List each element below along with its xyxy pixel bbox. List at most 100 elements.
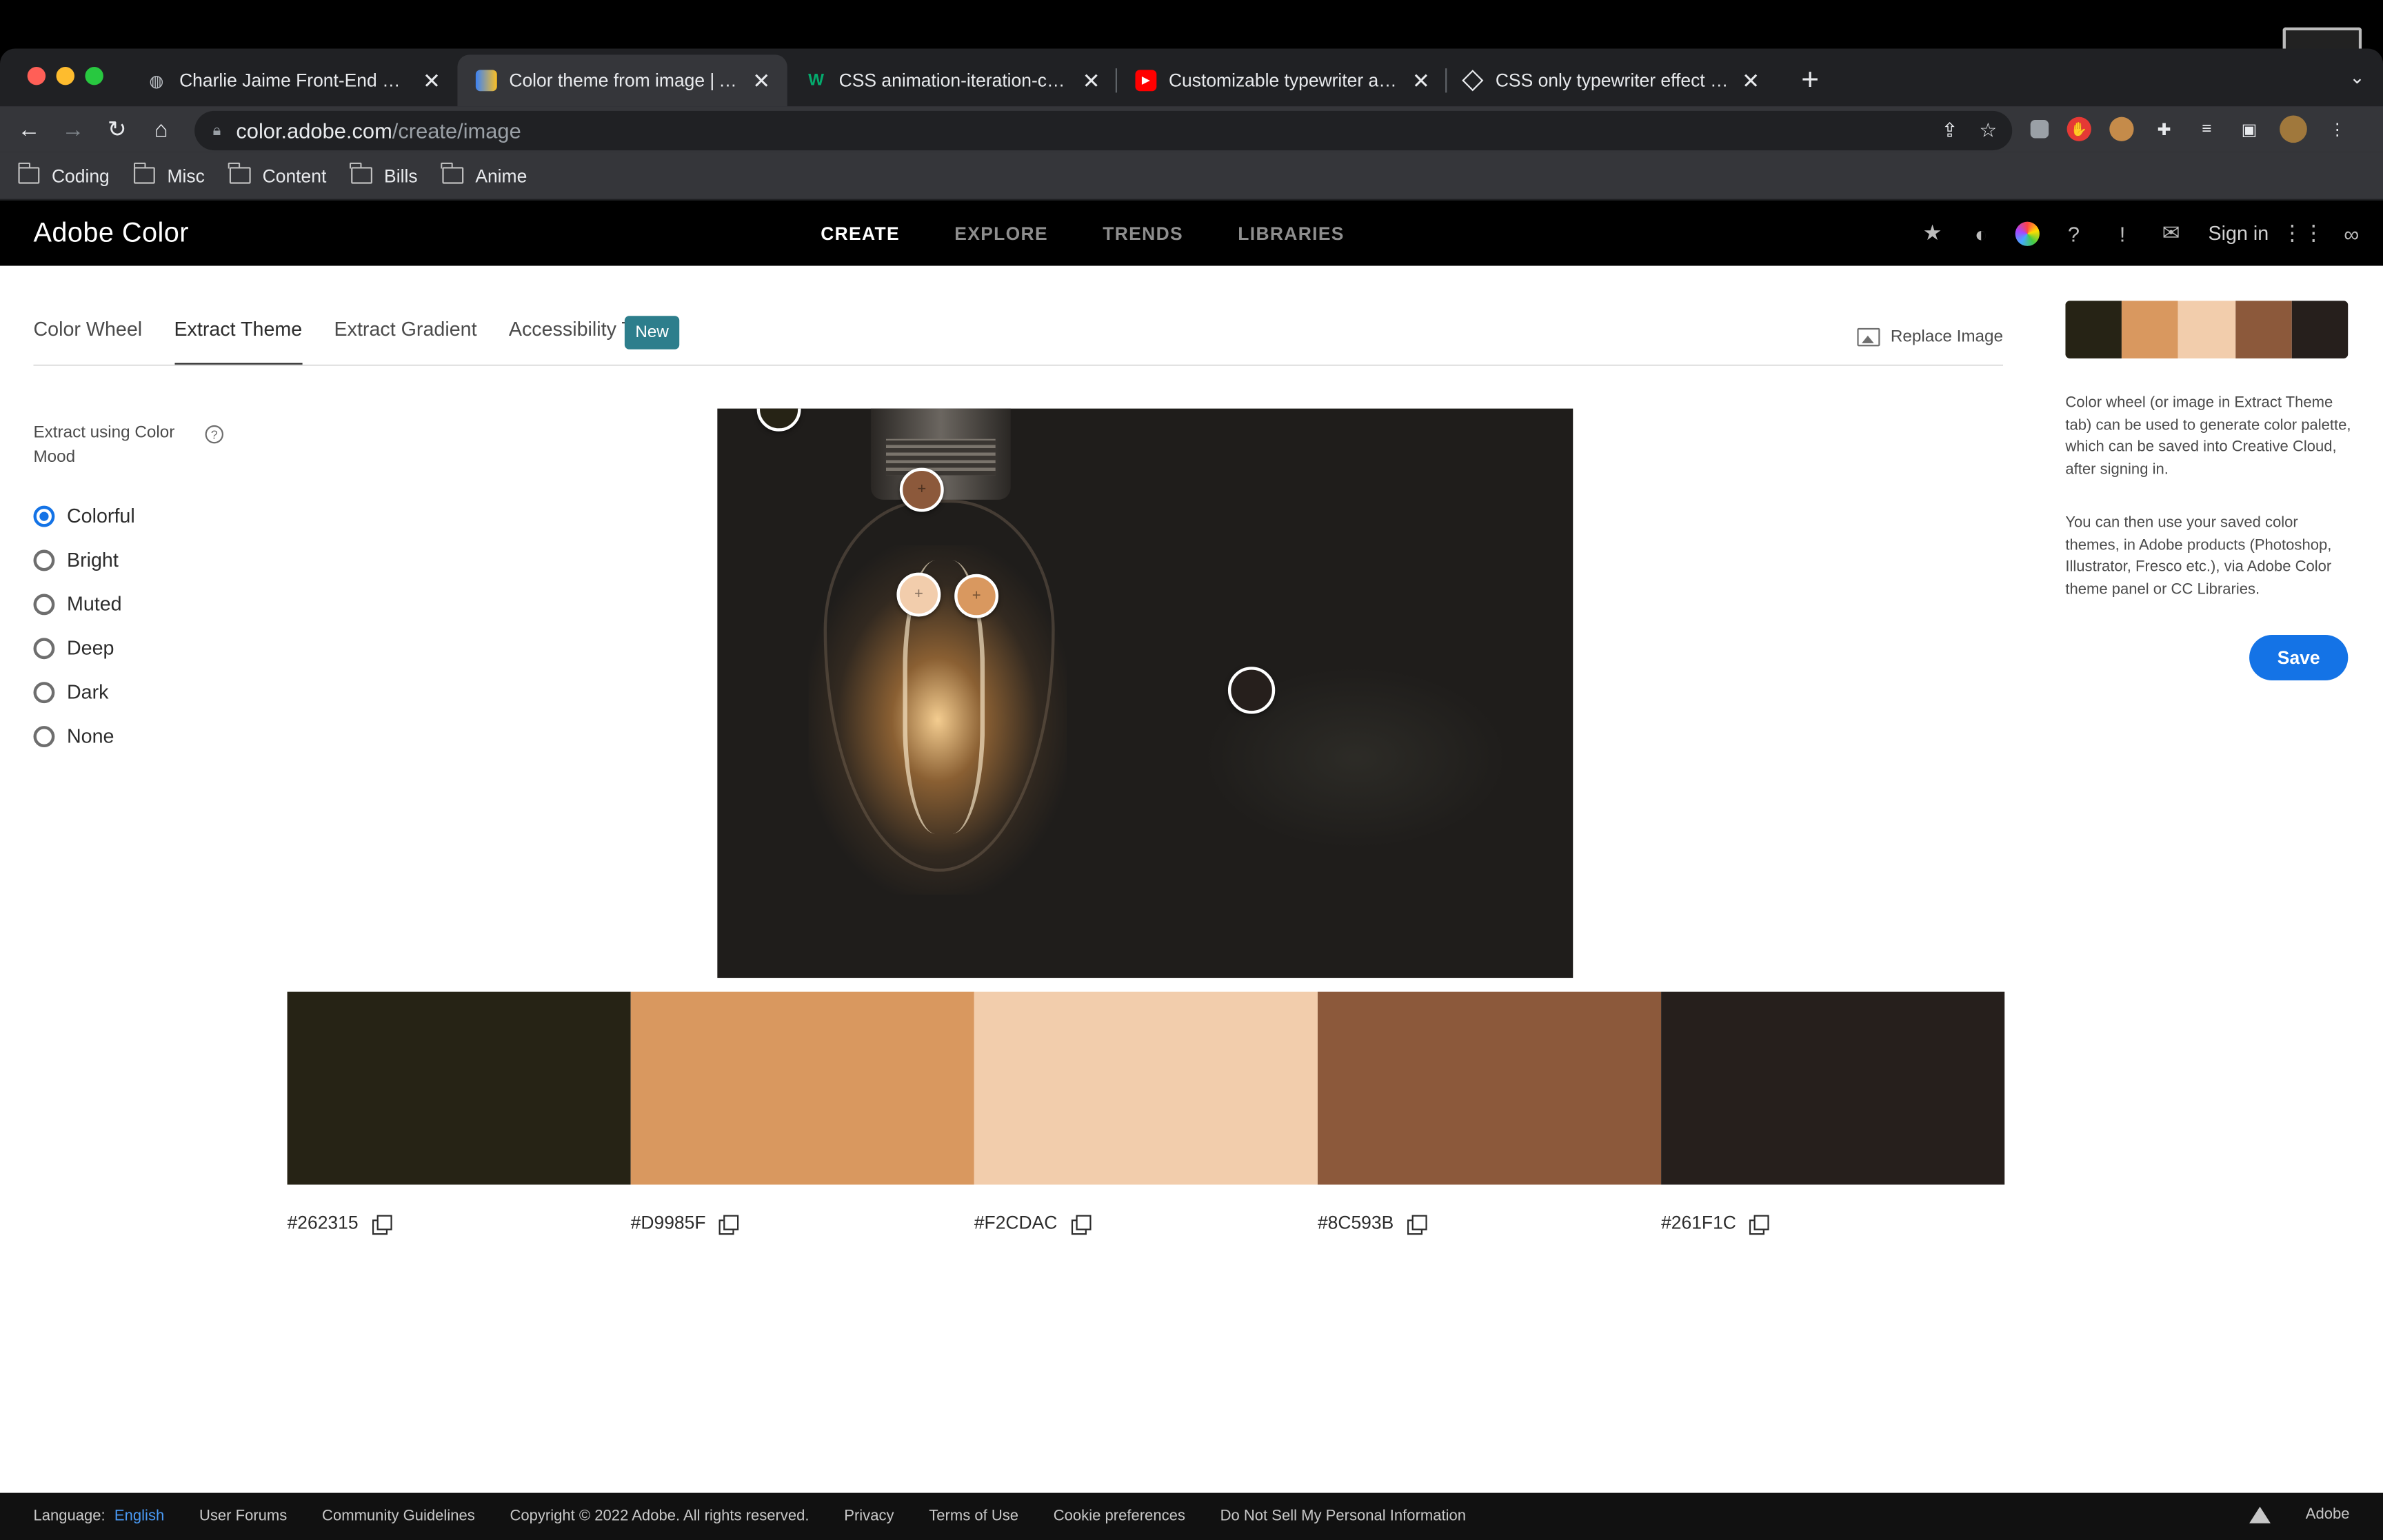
mood-option-dark[interactable]: Dark [33, 670, 134, 714]
puzzle-icon[interactable]: ✚ [2152, 117, 2176, 141]
close-tab-icon[interactable]: ✕ [421, 68, 443, 93]
brand-logo[interactable]: Adobe Color [33, 217, 188, 249]
radio[interactable] [33, 637, 55, 659]
side-panel-icon[interactable]: ▣ [2237, 117, 2261, 141]
minimize-window-button[interactable] [56, 66, 75, 85]
radio[interactable] [33, 681, 55, 702]
maximize-window-button[interactable] [85, 66, 103, 85]
close-tab-icon[interactable]: ✕ [751, 68, 772, 93]
browser-tab[interactable]: CSS only typewriter effect | custom ✕ [1447, 54, 1776, 106]
browser-tab[interactable]: W CSS animation-iteration-count ✕ [787, 54, 1118, 106]
tab-extract-gradient[interactable]: Extract Gradient [334, 317, 477, 366]
hex-code[interactable]: #F2CDAC [974, 1212, 1058, 1233]
language-value[interactable]: English [114, 1508, 164, 1525]
footer-link[interactable]: Terms of Use [929, 1508, 1018, 1525]
chat-icon[interactable]: ✉ [2157, 219, 2186, 247]
close-tab-icon[interactable]: ✕ [1410, 68, 1431, 93]
color-swatch[interactable] [630, 991, 974, 1185]
footer-link[interactable]: Privacy [844, 1508, 894, 1525]
mood-option-muted[interactable]: Muted [33, 582, 134, 626]
tab-search-chevron-icon[interactable]: ⌄ [2349, 67, 2364, 88]
color-picker-handle[interactable] [756, 408, 801, 432]
tab-extract-theme[interactable]: Extract Theme [174, 317, 303, 366]
bookmark-folder[interactable]: Coding [17, 162, 110, 186]
apps-grid-icon[interactable]: ⋮⋮ [2282, 219, 2324, 247]
new-tab-button[interactable]: + [1789, 54, 1831, 106]
replace-image-button[interactable]: Replace Image [1857, 327, 2003, 347]
bookmark-folder[interactable]: Anime [441, 162, 527, 186]
extensions-bar: ✋ ✚ ≡ ▣ ⋮ [2030, 115, 2350, 143]
more-menu-icon[interactable]: ⋮ [2325, 117, 2349, 141]
radio[interactable] [33, 725, 55, 747]
back-arrow-icon[interactable]: ← [15, 115, 43, 143]
color-wheel-icon[interactable] [2015, 221, 2040, 245]
radio[interactable] [33, 593, 55, 615]
mood-option-none[interactable]: None [33, 714, 134, 758]
hex-code[interactable]: #261F1C [1661, 1212, 1736, 1233]
bookmark-folder[interactable]: Content [228, 162, 326, 186]
tab-color-wheel[interactable]: Color Wheel [33, 317, 142, 366]
help-icon[interactable]: ? [2060, 219, 2089, 247]
copy-icon[interactable] [1749, 1214, 1770, 1235]
mood-option-bright[interactable]: Bright [33, 538, 134, 582]
source-image[interactable]: + + + [717, 408, 1573, 978]
nav-create[interactable]: CREATE [821, 223, 900, 245]
mood-option-deep[interactable]: Deep [33, 626, 134, 670]
bookmark-folder[interactable]: Misc [132, 162, 205, 186]
reload-icon[interactable]: ↻ [103, 115, 131, 143]
nav-libraries[interactable]: LIBRARIES [1238, 223, 1344, 245]
footer-link[interactable]: User Forums [199, 1508, 287, 1525]
color-swatch[interactable] [1317, 991, 1662, 1185]
hex-code[interactable]: #262315 [288, 1212, 359, 1233]
nav-explore[interactable]: EXPLORE [954, 223, 1048, 245]
close-tab-icon[interactable]: ✕ [1080, 68, 1102, 93]
language-selector[interactable]: Language: English [33, 1508, 164, 1525]
feedback-icon[interactable]: ! [2108, 219, 2137, 247]
copy-icon[interactable] [1407, 1214, 1427, 1235]
nav-trends[interactable]: TRENDS [1103, 223, 1183, 245]
bookmark-star-icon[interactable]: ☆ [1979, 119, 1997, 143]
share-icon[interactable]: ⇪ [1942, 119, 1958, 143]
footer-link[interactable]: Cookie preferences [1054, 1508, 1185, 1525]
extension-icon[interactable] [2030, 120, 2049, 139]
color-picker-handle[interactable]: + [899, 467, 944, 512]
color-swatch[interactable] [287, 991, 631, 1185]
radio[interactable] [33, 549, 55, 571]
home-icon[interactable]: ⌂ [148, 115, 175, 143]
color-swatch[interactable] [1661, 991, 2005, 1185]
sign-in-link[interactable]: Sign in [2209, 222, 2269, 245]
cookie-icon[interactable] [2109, 116, 2134, 141]
close-window-button[interactable] [27, 66, 46, 85]
hex-code[interactable]: #8C593B [1318, 1212, 1394, 1233]
footer-link[interactable]: Do Not Sell My Personal Information [1220, 1508, 1466, 1525]
copy-icon[interactable] [372, 1214, 392, 1235]
color-swatch[interactable] [974, 991, 1318, 1185]
profile-avatar[interactable] [2280, 115, 2307, 143]
save-button[interactable]: Save [2249, 634, 2349, 681]
forward-arrow-icon[interactable]: → [59, 115, 87, 143]
color-picker-handle[interactable]: + [954, 574, 999, 618]
bookmark-label: Coding [51, 165, 110, 186]
copy-icon[interactable] [719, 1214, 740, 1235]
mood-option-colorful[interactable]: Colorful [33, 494, 135, 538]
contrast-icon[interactable]: ◐ [1967, 219, 1995, 247]
media-control-icon[interactable]: ≡ [2195, 117, 2219, 141]
copy-icon[interactable] [1071, 1214, 1091, 1235]
browser-tab[interactable]: ▶ Customizable typewriter animation ✕ [1117, 54, 1447, 106]
color-picker-handle[interactable]: + [896, 572, 941, 617]
adblock-icon[interactable]: ✋ [2067, 116, 2091, 141]
star-icon[interactable]: ★ [1918, 219, 1947, 247]
footer-link[interactable]: Community Guidelines [322, 1508, 475, 1525]
browser-tab-active[interactable]: Color theme from image | Adobe Color ✕ [457, 54, 787, 107]
browser-tab[interactable]: ◍ Charlie Jaime Front-End Developer ✕ [128, 54, 457, 106]
adobe-footer-logo[interactable]: Adobe [2249, 1506, 2350, 1523]
bookmark-folder[interactable]: Bills [350, 162, 418, 186]
hex-code[interactable]: #D9985F [631, 1212, 706, 1233]
help-circle-icon[interactable]: ? [205, 425, 224, 444]
address-bar[interactable]: 🔒︎ color.adobe.com/create/image ⇪ ☆ [194, 110, 2013, 151]
radio-selected[interactable] [33, 505, 55, 527]
color-picker-handle[interactable] [1227, 667, 1276, 714]
close-tab-icon[interactable]: ✕ [1740, 68, 1762, 93]
creative-cloud-icon[interactable]: ∞ [2337, 219, 2366, 247]
app-header: Adobe Color CREATE EXPLORE TRENDS LIBRAR… [0, 200, 2383, 266]
